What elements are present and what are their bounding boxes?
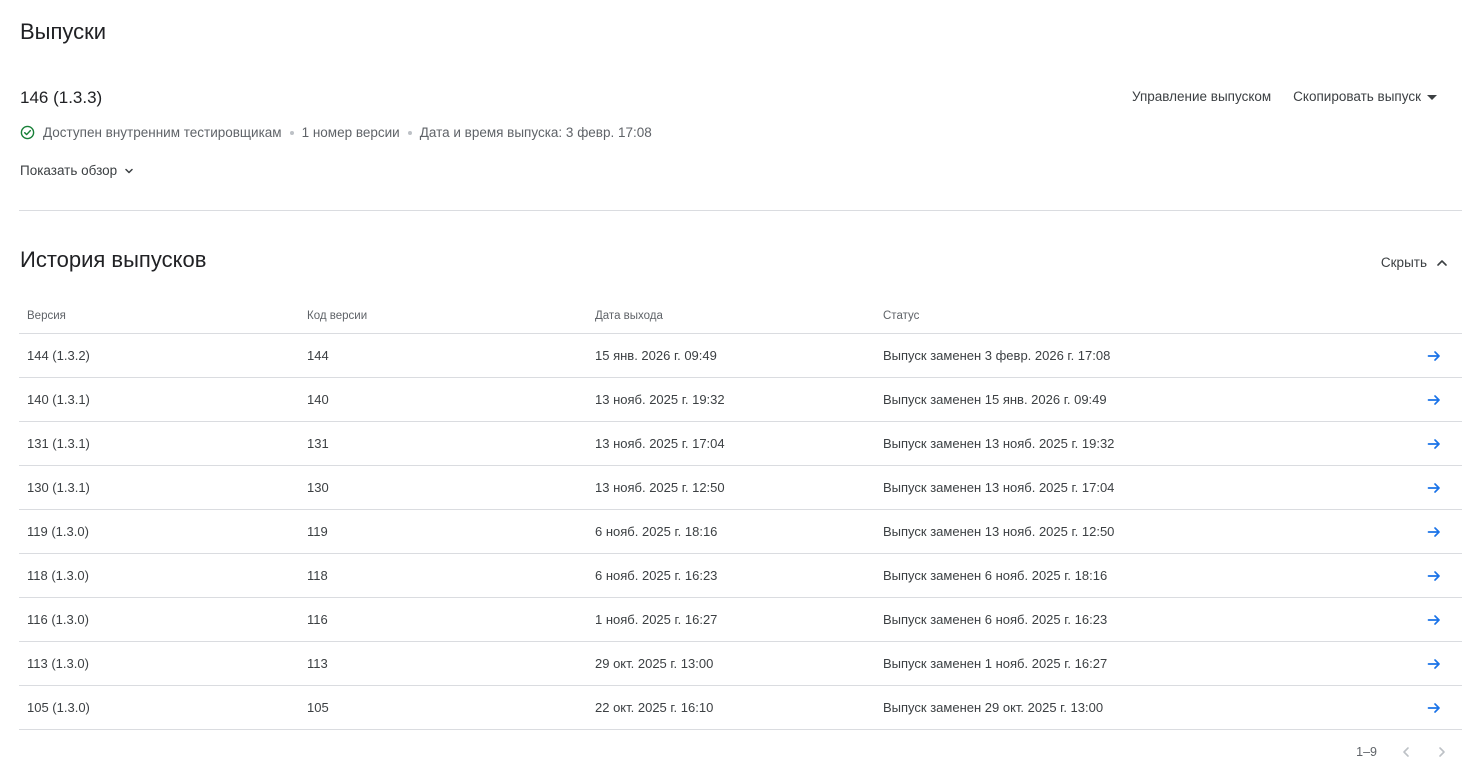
dropdown-caret-icon <box>1427 94 1437 100</box>
row-version: 130 (1.3.1) <box>27 480 90 495</box>
release-history-table: Версия Код версии Дата выхода Статус 144… <box>19 298 1462 730</box>
copy-release-label: Скопировать выпуск <box>1293 89 1421 104</box>
row-version-code: 118 <box>307 568 328 583</box>
row-release-date: 6 нояб. 2025 г. 18:16 <box>595 524 718 539</box>
table-row[interactable]: 144 (1.3.2) 144 15 янв. 2026 г. 09:49 Выпус… <box>19 334 1462 378</box>
row-version: 116 (1.3.0) <box>27 612 89 627</box>
row-version: 118 (1.3.0) <box>27 568 89 583</box>
row-status: Выпуск заменен 13 нояб. 2025 г. 17:04 <box>883 480 1115 495</box>
row-status: Выпуск заменен 29 окт. 2025 г. 13:00 <box>883 700 1104 715</box>
row-status: Выпуск заменен 15 янв. 2026 г. 09:49 <box>883 392 1107 407</box>
page-title: Выпуски <box>20 19 107 44</box>
table-row[interactable]: 118 (1.3.0) 118 6 нояб. 2025 г. 16:23 Выпус… <box>19 554 1462 598</box>
history-title: История выпусков <box>20 247 207 272</box>
row-version-code: 144 <box>307 348 329 363</box>
row-release-date: 13 нояб. 2025 г. 12:50 <box>595 480 725 495</box>
arrow-right-icon[interactable] <box>1426 656 1442 672</box>
table-row[interactable]: 105 (1.3.0) 105 22 окт. 2025 г. 16:10 Выпус… <box>19 686 1462 730</box>
row-version-code: 119 <box>307 524 328 539</box>
row-version: 119 (1.3.0) <box>27 524 89 539</box>
table-header: Версия Код версии Дата выхода Статус <box>19 298 1462 334</box>
column-header-version: Версия <box>27 309 66 322</box>
row-release-date: 15 янв. 2026 г. 09:49 <box>595 348 717 363</box>
arrow-right-icon[interactable] <box>1426 436 1442 452</box>
arrow-right-icon[interactable] <box>1426 612 1442 628</box>
row-release-date: 13 нояб. 2025 г. 19:32 <box>595 392 725 407</box>
separator-dot <box>407 130 412 135</box>
copy-release-button[interactable]: Скопировать выпуск <box>1293 89 1437 104</box>
release-status-text: Доступен внутренним тестировщикам <box>43 125 282 140</box>
row-release-date: 22 окт. 2025 г. 16:10 <box>595 700 714 715</box>
arrow-right-icon[interactable] <box>1426 392 1442 408</box>
separator-dot <box>289 130 294 135</box>
column-header-status: Статус <box>883 309 920 322</box>
release-datetime-text: Дата и время выпуска: 3 февр. 17:08 <box>419 125 652 140</box>
row-release-date: 13 нояб. 2025 г. 17:04 <box>595 436 725 451</box>
row-status: Выпуск заменен 3 февр. 2026 г. 17:08 <box>883 348 1111 363</box>
release-status-line: Доступен внутренним тестировщикам 1 номе… <box>20 125 652 140</box>
row-status: Выпуск заменен 1 нояб. 2025 г. 16:27 <box>883 656 1108 671</box>
row-status: Выпуск заменен 13 нояб. 2025 г. 12:50 <box>883 524 1115 539</box>
chevron-down-icon <box>123 165 135 177</box>
row-release-date: 29 окт. 2025 г. 13:00 <box>595 656 714 671</box>
row-status: Выпуск заменен 6 нояб. 2025 г. 16:23 <box>883 612 1108 627</box>
table-row[interactable]: 119 (1.3.0) 119 6 нояб. 2025 г. 18:16 Выпус… <box>19 510 1462 554</box>
table-row[interactable]: 130 (1.3.1) 130 13 нояб. 2025 г. 12:50 Выпу… <box>19 466 1462 510</box>
row-version: 140 (1.3.1) <box>27 392 90 407</box>
row-release-date: 1 нояб. 2025 г. 16:27 <box>595 612 718 627</box>
arrow-right-icon[interactable] <box>1426 568 1442 584</box>
row-version-code: 105 <box>307 700 329 715</box>
table-row[interactable]: 116 (1.3.0) 116 1 нояб. 2025 г. 16:27 Выпус… <box>19 598 1462 642</box>
row-version: 131 (1.3.1) <box>27 436 90 451</box>
chevron-right-icon[interactable] <box>1435 745 1449 759</box>
hide-label: Скрыть <box>1380 255 1427 270</box>
row-version: 105 (1.3.0) <box>27 700 90 715</box>
chevron-up-icon <box>1435 256 1449 270</box>
releases-page: Выпуски 146 (1.3.3) Управление выпуском … <box>0 0 1465 767</box>
row-version: 113 (1.3.0) <box>27 656 89 671</box>
version-count-text: 1 номер версии <box>301 125 400 140</box>
chevron-left-icon[interactable] <box>1399 745 1413 759</box>
pagination: 1–9 <box>1356 745 1449 759</box>
row-version: 144 (1.3.2) <box>27 348 90 363</box>
current-release-name: 146 (1.3.3) <box>20 88 103 107</box>
show-overview-button[interactable]: Показать обзор <box>20 163 135 178</box>
row-version-code: 140 <box>307 392 329 407</box>
table-row[interactable]: 131 (1.3.1) 131 13 нояб. 2025 г. 17:04 Выпу… <box>19 422 1462 466</box>
manage-release-button[interactable]: Управление выпуском <box>1132 89 1271 104</box>
row-status: Выпуск заменен 13 нояб. 2025 г. 19:32 <box>883 436 1115 451</box>
row-version-code: 113 <box>307 656 328 671</box>
row-version-code: 116 <box>307 612 328 627</box>
arrow-right-icon[interactable] <box>1426 480 1442 496</box>
row-version-code: 130 <box>307 480 329 495</box>
release-actions: Управление выпуском Скопировать выпуск <box>1132 89 1437 104</box>
table-row[interactable]: 113 (1.3.0) 113 29 окт. 2025 г. 13:00 Выпус… <box>19 642 1462 686</box>
arrow-right-icon[interactable] <box>1426 348 1442 364</box>
hide-history-button[interactable]: Скрыть <box>1381 255 1449 270</box>
column-header-date: Дата выхода <box>595 309 663 322</box>
section-divider <box>19 210 1462 211</box>
arrow-right-icon[interactable] <box>1426 700 1442 716</box>
row-version-code: 131 <box>307 436 329 451</box>
check-circle-icon <box>20 125 35 140</box>
row-status: Выпуск заменен 6 нояб. 2025 г. 18:16 <box>883 568 1108 583</box>
pagination-range: 1–9 <box>1356 745 1377 759</box>
arrow-right-icon[interactable] <box>1426 524 1442 540</box>
manage-release-label: Управление выпуском <box>1131 89 1272 104</box>
show-overview-label: Показать обзор <box>20 163 118 178</box>
table-row[interactable]: 140 (1.3.1) 140 13 нояб. 2025 г. 19:32 Выпу… <box>19 378 1462 422</box>
column-header-code: Код версии <box>307 309 368 322</box>
row-release-date: 6 нояб. 2025 г. 16:23 <box>595 568 718 583</box>
